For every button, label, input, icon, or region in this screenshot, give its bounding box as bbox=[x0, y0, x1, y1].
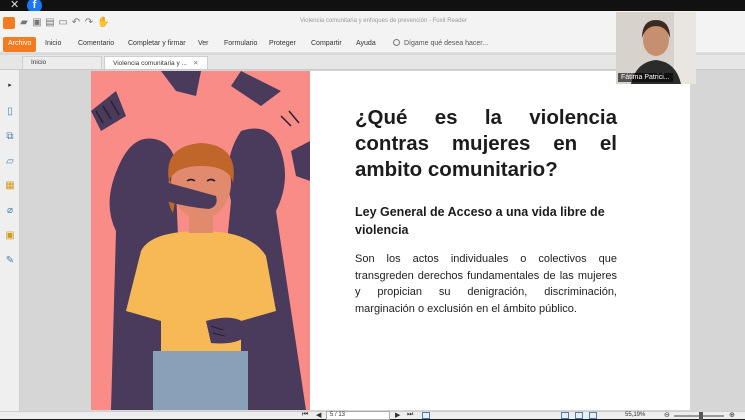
menu-formulario[interactable]: Formulario bbox=[224, 40, 257, 47]
expand-panel-icon[interactable]: ▸ bbox=[4, 80, 16, 92]
slide-subtitle: Ley General de Acceso a una vida libre d… bbox=[355, 205, 605, 237]
facing-view-icon[interactable] bbox=[575, 412, 583, 419]
tab-close-icon[interactable]: ✕ bbox=[193, 60, 198, 67]
security-icon[interactable]: ▣ bbox=[4, 230, 16, 242]
slide-text-block: ¿Qué es la violencia contras mujeres en … bbox=[355, 105, 617, 317]
zoom-top-bar: ✕ f bbox=[0, 0, 745, 13]
zoom-in-icon[interactable]: ⊕ bbox=[729, 411, 735, 419]
zoom-level[interactable]: 55,19% bbox=[625, 412, 645, 418]
undo-icon[interactable]: ↶ bbox=[70, 17, 82, 29]
signature-icon[interactable]: ✎ bbox=[4, 255, 16, 267]
tab-label: Violencia comunitaria y ... bbox=[113, 60, 187, 67]
redo-icon[interactable]: ↷ bbox=[83, 17, 95, 29]
document-viewer[interactable]: ¿Qué es la violencia contras mujeres en … bbox=[21, 70, 745, 411]
previous-page-icon[interactable]: ◀ bbox=[316, 411, 321, 419]
illustration-women-violence bbox=[91, 71, 310, 410]
pdf-page: ¿Qué es la violencia contras mujeres en … bbox=[91, 71, 690, 410]
continuous-facing-view-icon[interactable] bbox=[589, 412, 597, 419]
slide-body: Son los actos individuales o colectivos … bbox=[355, 253, 617, 315]
next-page-icon[interactable]: ▶ bbox=[395, 411, 400, 419]
menu-compartir[interactable]: Compartir bbox=[311, 40, 342, 47]
print-icon[interactable]: ▤ bbox=[44, 17, 56, 29]
help-search-placeholder: Dígame qué desea hacer... bbox=[404, 40, 489, 47]
page-thumbnails-icon[interactable]: ▯ bbox=[4, 106, 16, 118]
window-title: Violencia comunitaria y enfoques de prev… bbox=[300, 18, 467, 24]
first-page-icon[interactable]: ⏮ bbox=[302, 411, 308, 419]
participant-name: Fátima Patrici... bbox=[618, 73, 673, 82]
menu-comentario[interactable]: Comentario bbox=[78, 40, 114, 47]
layers-icon[interactable]: ▱ bbox=[4, 156, 16, 168]
tab-document[interactable]: Violencia comunitaria y ... ✕ bbox=[104, 56, 208, 69]
illustration-art bbox=[91, 71, 310, 410]
help-search[interactable]: Dígame qué desea hacer... bbox=[393, 39, 488, 47]
menu-completar-firmar[interactable]: Completar y firmar bbox=[128, 40, 186, 47]
app-logo-icon bbox=[3, 17, 15, 29]
slide-title: ¿Qué es la violencia contras mujeres en … bbox=[355, 106, 617, 181]
zoom-slider[interactable] bbox=[674, 412, 724, 420]
menu-inicio[interactable]: Inicio bbox=[45, 40, 61, 47]
participant-video-tile[interactable]: Fátima Patrici... bbox=[616, 12, 696, 84]
status-bar: ⏮ ◀ 5 / 13 ▶ ⏭ 55,19% ⊖ ⊕ bbox=[0, 411, 745, 420]
menu-ver[interactable]: Ver bbox=[198, 40, 209, 47]
navigation-sidebar: ▸ ▯ ⧉ ▱ ▦ ⌀ ▣ ✎ bbox=[0, 70, 20, 411]
open-folder-icon[interactable]: ▰ bbox=[18, 17, 30, 29]
save-icon[interactable]: ▣ bbox=[31, 17, 43, 29]
bookmarks-icon[interactable]: ⧉ bbox=[4, 131, 16, 143]
lightbulb-icon bbox=[393, 39, 400, 46]
comments-icon[interactable]: ▦ bbox=[4, 180, 16, 192]
menu-proteger[interactable]: Proteger bbox=[269, 40, 296, 47]
menu-ayuda[interactable]: Ayuda bbox=[356, 40, 376, 47]
last-page-icon[interactable]: ⏭ bbox=[407, 411, 413, 419]
zoom-watermark: zoom bbox=[599, 374, 680, 409]
attachments-icon[interactable]: ⌀ bbox=[4, 205, 16, 217]
menu-archivo[interactable]: Archivo bbox=[3, 37, 37, 52]
hand-tool-icon[interactable]: ✋ bbox=[97, 17, 109, 29]
continuous-view-icon[interactable] bbox=[561, 412, 569, 419]
tab-inicio[interactable]: Inicio bbox=[22, 56, 102, 69]
tab-label: Inicio bbox=[31, 59, 47, 66]
email-icon[interactable]: ▭ bbox=[57, 17, 69, 29]
single-page-view-icon[interactable] bbox=[422, 412, 430, 419]
zoom-out-icon[interactable]: ⊖ bbox=[664, 411, 670, 419]
close-icon[interactable]: ✕ bbox=[10, 0, 19, 11]
